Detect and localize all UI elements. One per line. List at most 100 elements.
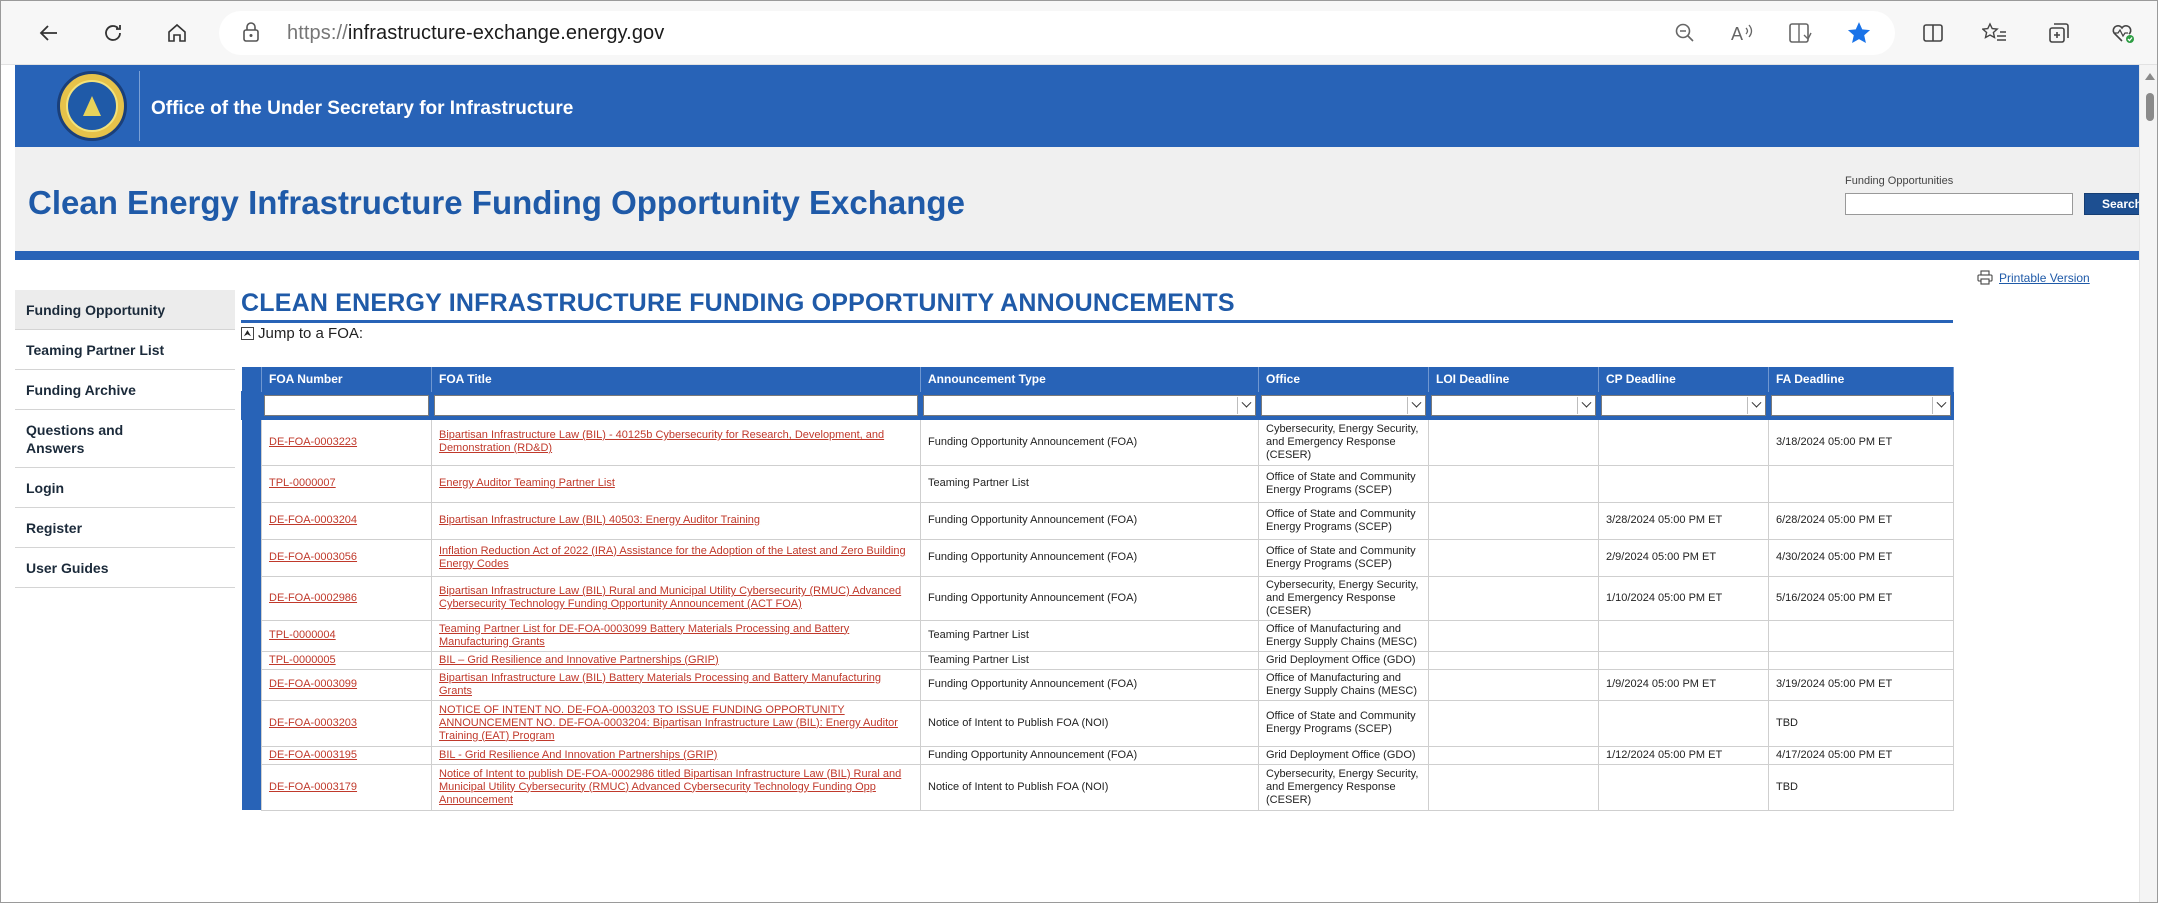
collapse-icon[interactable]: ⮝ (241, 327, 254, 340)
sidebar-item-label[interactable]: Funding Archive (26, 382, 136, 398)
table-cell (1428, 745, 1599, 765)
favorites-list-icon[interactable] (1977, 15, 2013, 51)
filter-office[interactable] (1261, 394, 1426, 416)
foa-title-link[interactable]: Bipartisan Infrastructure Law (BIL) - 40… (439, 429, 884, 454)
sidebar-item-register[interactable]: Register (15, 508, 235, 548)
cp-deadline-cell: 1/12/2024 05:00 PM ET (1606, 748, 1723, 761)
sidebar-item-label[interactable]: Login (26, 480, 64, 496)
foa-number-link[interactable]: DE-FOA-0003099 (269, 678, 357, 690)
jump-to-foa[interactable]: ⮝ Jump to a FOA: (241, 325, 363, 342)
home-icon[interactable] (157, 13, 197, 53)
banner-title[interactable]: Office of the Under Secretary for Infras… (151, 98, 573, 120)
filter-foa-number[interactable] (264, 394, 429, 416)
filter-spacer (241, 390, 262, 420)
table-cell (1428, 418, 1599, 466)
foa-title-link[interactable]: Bipartisan Infrastructure Law (BIL) Rura… (439, 585, 901, 610)
sidebar-item-funding-opportunity[interactable]: Funding Opportunity (15, 290, 235, 330)
search-input[interactable] (1845, 193, 2073, 215)
favorite-star-icon[interactable] (1841, 15, 1877, 51)
foa-number-link[interactable]: DE-FOA-0003179 (269, 781, 357, 793)
printable-version-label[interactable]: Printable Version (1999, 271, 2090, 285)
column-header-cp-deadline[interactable]: CP Deadline (1598, 367, 1769, 391)
read-aloud-icon[interactable]: A (1725, 15, 1761, 51)
table-cell: Cybersecurity, Energy Security, and Emer… (1258, 763, 1429, 811)
table-cell: Office of State and Community Energy Pro… (1258, 699, 1429, 747)
top-banner: Office of the Under Secretary for Infras… (15, 65, 2139, 147)
column-header-foa-number[interactable]: FOA Number (261, 367, 432, 391)
sidebar-item-questions-and-answers[interactable]: Questions and Answers (15, 410, 235, 468)
sidebar-item-label[interactable]: Register (26, 520, 82, 536)
foa-number-link[interactable]: DE-FOA-0002986 (269, 592, 357, 604)
site-title[interactable]: Clean Energy Infrastructure Funding Oppo… (28, 184, 965, 222)
foa-title-link[interactable]: BIL – Grid Resilience and Innovative Par… (439, 654, 719, 666)
column-header-announcement-type[interactable]: Announcement Type (920, 367, 1259, 391)
foa-number-link[interactable]: DE-FOA-0003203 (269, 717, 357, 729)
column-header-loi-deadline[interactable]: LOI Deadline (1428, 367, 1599, 391)
foa-title-link[interactable]: Inflation Reduction Act of 2022 (IRA) As… (439, 545, 906, 570)
sidebar-item-funding-archive[interactable]: Funding Archive (15, 370, 235, 410)
refresh-icon[interactable] (93, 13, 133, 53)
fa-deadline-cell: TBD (1776, 716, 1798, 729)
foa-number-link[interactable]: TPL-0000004 (269, 629, 336, 641)
chevron-down-icon[interactable] (1932, 396, 1949, 414)
filter-loi-deadline[interactable] (1431, 394, 1596, 416)
table-cell: 1/10/2024 05:00 PM ET (1598, 575, 1769, 621)
split-screen-icon[interactable] (1915, 15, 1951, 51)
foa-number-link[interactable]: TPL-0000005 (269, 654, 336, 666)
chevron-down-icon[interactable] (1407, 396, 1424, 414)
filter-foa-title[interactable] (434, 394, 918, 416)
zoom-out-icon[interactable] (1667, 15, 1703, 51)
browser-essentials-icon[interactable] (2105, 15, 2141, 51)
foa-number-link[interactable]: DE-FOA-0003056 (269, 551, 357, 563)
foa-title-link[interactable]: Bipartisan Infrastructure Law (BIL) 4050… (439, 514, 760, 526)
table-cell: Grid Deployment Office (GDO) (1258, 745, 1429, 765)
foa-title-link[interactable]: Teaming Partner List for DE-FOA-0003099 … (439, 623, 849, 648)
title-rule (241, 320, 1953, 323)
sidebar-item-user-guides[interactable]: User Guides (15, 548, 235, 588)
foa-title-link[interactable]: BIL - Grid Resilience And Innovation Par… (439, 749, 717, 761)
search-button[interactable]: Search (2084, 193, 2139, 215)
column-header-foa-title[interactable]: FOA Title (431, 367, 921, 391)
immersive-reader-icon[interactable] (1783, 15, 1819, 51)
back-icon[interactable] (29, 13, 69, 53)
url-text[interactable]: https://infrastructure-exchange.energy.g… (287, 22, 664, 45)
table-cell: Funding Opportunity Announcement (FOA) (920, 745, 1259, 765)
collections-icon[interactable] (2041, 15, 2077, 51)
foa-title-link[interactable]: Energy Auditor Teaming Partner List (439, 477, 615, 489)
sidebar-item-login[interactable]: Login (15, 468, 235, 508)
vertical-scrollbar[interactable] (2139, 65, 2157, 902)
table-cell: 3/19/2024 05:00 PM ET (1768, 668, 1954, 701)
sidebar-item-teaming-partner-list[interactable]: Teaming Partner List (15, 330, 235, 370)
foa-number-link[interactable]: TPL-0000007 (269, 477, 336, 489)
sidebar-item-label[interactable]: Teaming Partner List (26, 342, 164, 358)
foa-number-link[interactable]: DE-FOA-0003195 (269, 749, 357, 761)
filter-announcement-type[interactable] (923, 394, 1256, 416)
foa-title-link[interactable]: NOTICE OF INTENT NO. DE-FOA-0003203 TO I… (439, 704, 898, 742)
foa-number-link[interactable]: DE-FOA-0003204 (269, 514, 357, 526)
sidebar-item-label[interactable]: User Guides (26, 560, 108, 576)
sidebar-item-label[interactable]: Funding Opportunity (26, 302, 165, 318)
filter-fa-deadline[interactable] (1771, 394, 1951, 416)
doe-seal-logo[interactable] (57, 71, 127, 141)
table-cell (1598, 418, 1769, 466)
table-row: DE-FOA-0003204 Bipartisan Infrastructure … (241, 501, 1954, 540)
foa-title-link[interactable]: Notice of Intent to publish DE-FOA-00029… (439, 768, 901, 806)
column-header-fa-deadline[interactable]: FA Deadline (1768, 367, 1954, 391)
address-bar[interactable]: https://infrastructure-exchange.energy.g… (219, 11, 1895, 55)
sidebar-item-label[interactable]: Questions and Answers (26, 421, 136, 457)
chevron-down-icon[interactable] (1747, 396, 1764, 414)
filter-cp-deadline[interactable] (1601, 394, 1766, 416)
lock-icon[interactable] (241, 21, 261, 48)
chevron-down-icon[interactable] (1577, 396, 1594, 414)
table-cell: DE-FOA-0003179 (261, 763, 432, 811)
foa-title-link[interactable]: Bipartisan Infrastructure Law (BIL) Batt… (439, 672, 881, 697)
row-spacer (241, 502, 262, 539)
printable-version-link[interactable]: Printable Version (1977, 270, 2090, 285)
table-cell: TPL-0000005 (261, 650, 432, 670)
scroll-up-icon[interactable] (2145, 73, 2155, 80)
chevron-down-icon[interactable] (1237, 396, 1254, 414)
column-header-office[interactable]: Office (1258, 367, 1429, 391)
foa-number-link[interactable]: DE-FOA-0003223 (269, 436, 357, 448)
scrollbar-thumb[interactable] (2146, 93, 2154, 121)
table-row: DE-FOA-0003056 Inflation Reduction Act of… (241, 538, 1954, 577)
